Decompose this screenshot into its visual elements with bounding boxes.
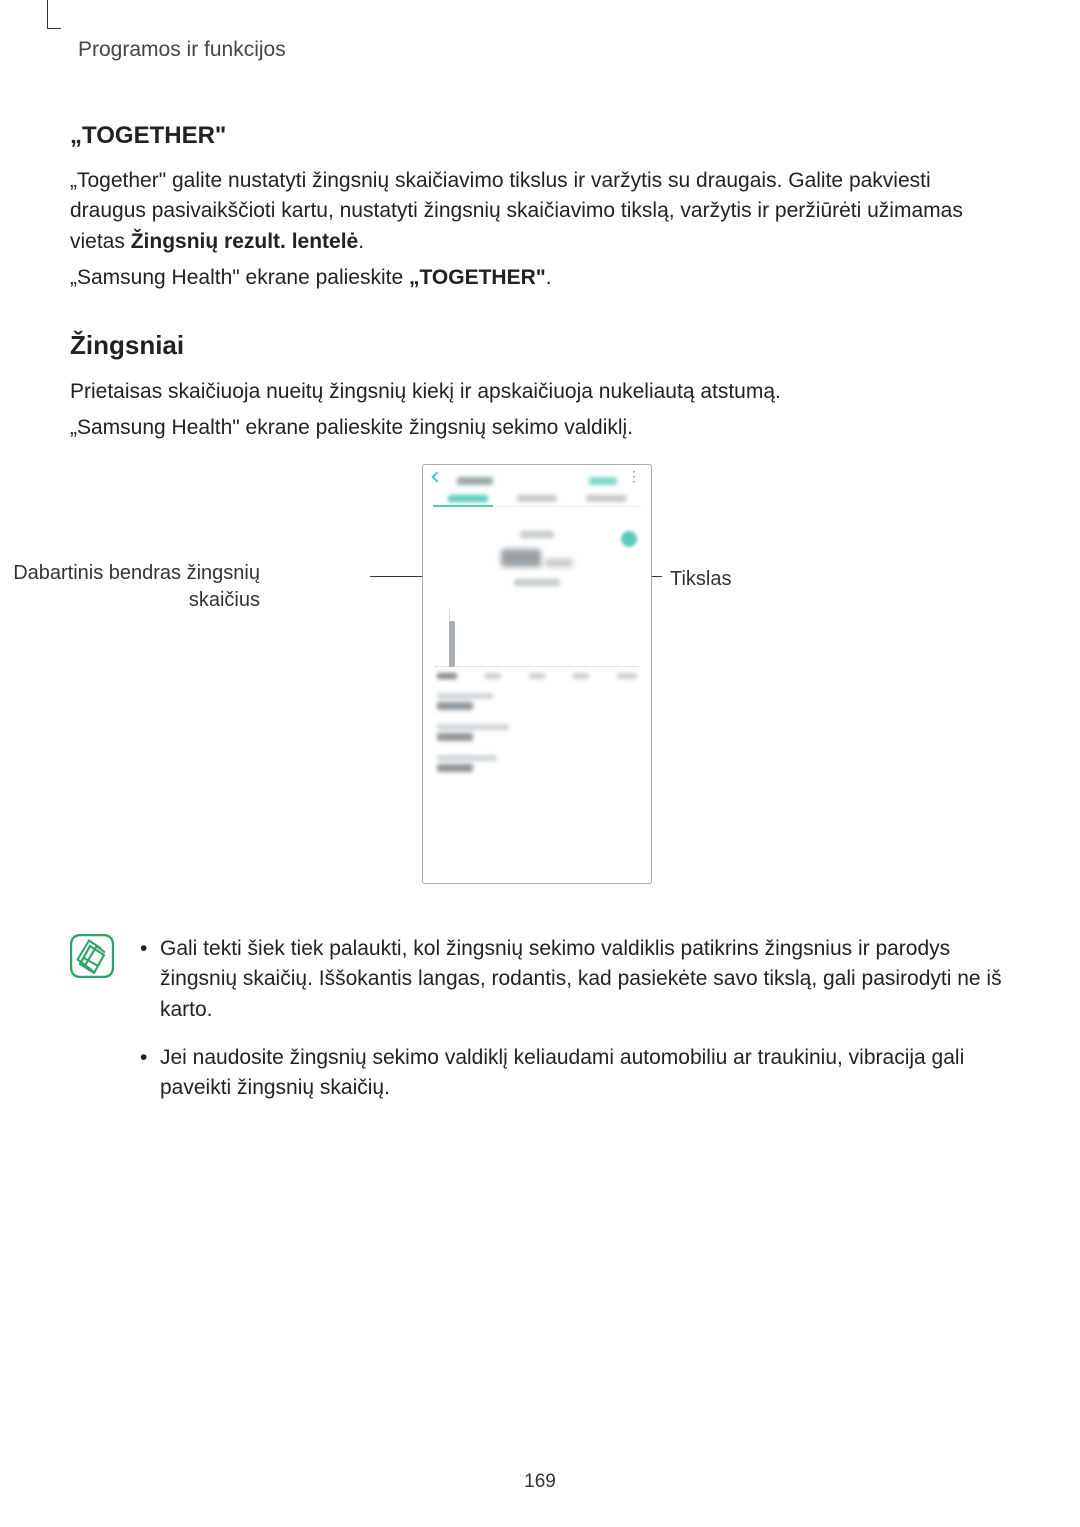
tabs [423, 491, 651, 502]
figure: Dabartinis bendras žingsnių skaičius Tik… [70, 464, 1010, 914]
heading-together: „TOGETHER" [70, 122, 1010, 150]
note-item-1: • Gali tekti šiek tiek palaukti, kol žin… [140, 934, 1010, 1025]
steps-paragraph-1: Prietaisas skaičiuoja nueitų žingsnių ki… [70, 377, 1010, 407]
note-item-2: • Jei naudosite žingsnių sekimo valdiklį… [140, 1043, 1010, 1104]
corner-rule [47, 0, 61, 29]
steps-chart [435, 609, 639, 679]
callout-left: Dabartinis bendras žingsnių skaičius [0, 560, 260, 614]
callout-right: Tikslas [670, 568, 731, 591]
running-header: Programos ir funkcijos [78, 38, 1010, 62]
together-paragraph-1: „Together" galite nustatyti žingsnių ska… [70, 166, 1010, 257]
heading-steps: Žingsniai [70, 330, 1010, 361]
together-paragraph-2: „Samsung Health" ekrane palieskite „TOGE… [70, 263, 1010, 293]
more-icon: ⋮ [627, 469, 641, 483]
phone-screenshot: ⋮ [422, 464, 652, 884]
note-block: • Gali tekti šiek tiek palaukti, kol žin… [70, 934, 1010, 1122]
page-number: 169 [0, 1471, 1080, 1493]
steps-paragraph-2: „Samsung Health" ekrane palieskite žings… [70, 413, 1010, 443]
note-icon [70, 934, 114, 978]
back-icon [431, 471, 442, 482]
